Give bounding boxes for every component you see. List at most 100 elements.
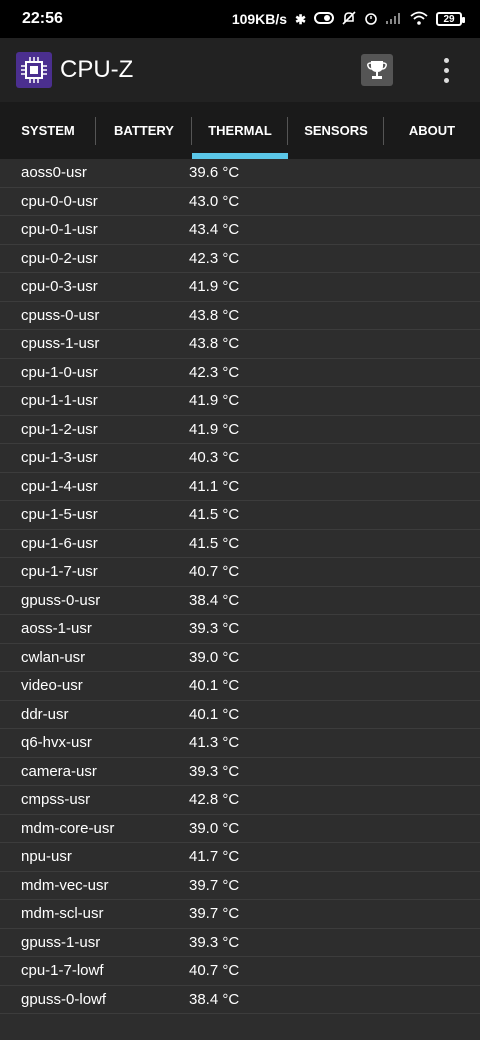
list-item: mdm-scl-usr 39.7 °C <box>0 900 480 929</box>
alarm-icon <box>364 11 378 27</box>
sensor-value: 41.3 °C <box>189 734 240 752</box>
tab-label: SYSTEM <box>21 123 75 138</box>
sensor-value: 43.8 °C <box>189 306 240 324</box>
sensor-value: 40.7 °C <box>189 563 240 581</box>
toggle-icon <box>314 12 334 26</box>
sensor-name: cpu-1-2-usr <box>21 420 98 438</box>
list-item: mdm-vec-usr 39.7 °C <box>0 872 480 900</box>
sensor-value: 39.3 °C <box>189 620 240 638</box>
tab-battery[interactable]: BATTERY <box>96 102 192 159</box>
sensor-name: cwlan-usr <box>21 648 86 666</box>
list-item: cpuss-1-usr 43.8 °C <box>0 330 480 359</box>
tab-label: BATTERY <box>114 123 174 138</box>
sensor-value: 41.9 °C <box>189 392 240 410</box>
sensor-value: 41.5 °C <box>189 534 240 552</box>
sensor-name: aoss0-usr <box>21 164 87 182</box>
list-item: camera-usr 39.3 °C <box>0 758 480 786</box>
sensor-value: 41.7 °C <box>189 848 240 866</box>
list-item: aoss0-usr 39.6 °C <box>0 159 480 188</box>
sensor-name: mdm-scl-usr <box>21 905 104 923</box>
list-item: cpu-1-7-usr 40.7 °C <box>0 558 480 587</box>
overflow-menu-icon[interactable] <box>436 54 456 86</box>
list-item: gpuss-0-usr 38.4 °C <box>0 587 480 615</box>
list-item: cpu-0-0-usr 43.0 °C <box>0 188 480 216</box>
sensor-value: 41.9 °C <box>189 420 240 438</box>
sensor-value: 39.3 °C <box>189 933 240 951</box>
sensor-value: 38.4 °C <box>189 591 240 609</box>
sensor-name: cpuss-0-usr <box>21 306 100 324</box>
list-item: cpu-0-3-usr 41.9 °C <box>0 273 480 302</box>
sensor-value: 41.1 °C <box>189 477 240 495</box>
sensor-value: 40.3 °C <box>189 449 240 467</box>
list-item: cpu-1-3-usr 40.3 °C <box>0 444 480 473</box>
list-item: cpu-1-5-usr 41.5 °C <box>0 501 480 530</box>
tab-bar: SYSTEM BATTERY THERMAL SENSORS ABOUT <box>0 102 480 159</box>
status-bar: 22:56 109KB/s ✱ 29 <box>0 0 480 38</box>
sensor-value: 39.7 °C <box>189 905 240 923</box>
sensor-value: 43.0 °C <box>189 192 240 210</box>
sensor-name: q6-hvx-usr <box>21 734 92 752</box>
wifi-icon <box>410 11 428 27</box>
sensor-value: 39.0 °C <box>189 819 240 837</box>
tab-thermal[interactable]: THERMAL <box>192 102 288 159</box>
sensor-name: cpu-1-0-usr <box>21 363 98 381</box>
list-item: cpu-1-1-usr 41.9 °C <box>0 387 480 416</box>
sensor-name: cpu-1-5-usr <box>21 506 98 524</box>
tab-label: THERMAL <box>208 123 272 138</box>
list-item: cmpss-usr 42.8 °C <box>0 786 480 815</box>
sensor-value: 39.7 °C <box>189 876 240 894</box>
sensor-name: gpuss-1-usr <box>21 933 101 951</box>
tab-about[interactable]: ABOUT <box>384 102 480 159</box>
app-bar: CPU-Z <box>0 38 480 102</box>
sensor-value: 43.8 °C <box>189 335 240 353</box>
sensor-name: cpu-0-0-usr <box>21 192 98 210</box>
sensor-value: 41.9 °C <box>189 278 240 296</box>
thermal-list: aoss0-usr 39.6 °C cpu-0-0-usr 43.0 °C cpu-… <box>0 159 480 1014</box>
sensor-value: 40.1 °C <box>189 677 240 695</box>
sensor-name: cpu-0-3-usr <box>21 278 98 296</box>
cpu-chip-icon <box>16 52 52 88</box>
status-time: 22:56 <box>22 10 63 27</box>
trophy-icon[interactable] <box>361 54 393 86</box>
list-item: cpuss-0-usr 43.8 °C <box>0 302 480 330</box>
sensor-name: gpuss-0-usr <box>21 591 101 609</box>
tab-system[interactable]: SYSTEM <box>0 102 96 159</box>
sensor-name: cmpss-usr <box>21 791 91 809</box>
sensor-name: cpuss-1-usr <box>21 335 100 353</box>
sensor-value: 39.3 °C <box>189 762 240 780</box>
status-icons: 109KB/s ✱ 29 <box>232 11 465 27</box>
list-item: video-usr 40.1 °C <box>0 672 480 701</box>
sensor-name: camera-usr <box>21 762 97 780</box>
list-item: cpu-1-2-usr 41.9 °C <box>0 416 480 444</box>
sensor-value: 39.6 °C <box>189 164 240 182</box>
sensor-name: cpu-0-2-usr <box>21 249 98 267</box>
tab-label: ABOUT <box>408 123 456 138</box>
sensor-name: cpu-1-1-usr <box>21 392 98 410</box>
list-item: npu-usr 41.7 °C <box>0 843 480 872</box>
list-item: cpu-1-7-lowf 40.7 °C <box>0 957 480 986</box>
sensor-value: 42.8 °C <box>189 791 240 809</box>
list-item: aoss-1-usr 39.3 °C <box>0 615 480 644</box>
list-item: ddr-usr 40.1 °C <box>0 701 480 729</box>
tab-label: SENSORS <box>304 123 368 138</box>
list-item: cpu-1-4-usr 41.1 °C <box>0 473 480 501</box>
sensor-value: 40.7 °C <box>189 962 240 980</box>
battery-icon: 29 <box>436 12 465 26</box>
sensor-name: cpu-1-4-usr <box>21 477 98 495</box>
sensor-value: 40.1 °C <box>189 705 240 723</box>
sensor-value: 43.4 °C <box>189 221 240 239</box>
app-title: CPU-Z <box>60 56 134 83</box>
sensor-value: 38.4 °C <box>189 990 240 1008</box>
tab-sensors[interactable]: SENSORS <box>288 102 384 159</box>
battery-level: 29 <box>443 13 455 25</box>
list-item: mdm-core-usr 39.0 °C <box>0 815 480 843</box>
sensor-name: cpu-1-7-usr <box>21 563 98 581</box>
sensor-name: mdm-vec-usr <box>21 876 109 894</box>
sensor-name: npu-usr <box>21 848 72 866</box>
sensor-name: gpuss-0-lowf <box>21 990 107 1008</box>
sensor-name: ddr-usr <box>21 705 69 723</box>
list-item: cpu-1-0-usr 42.3 °C <box>0 359 480 387</box>
sensor-value: 39.0 °C <box>189 648 240 666</box>
list-item: cpu-0-1-usr 43.4 °C <box>0 216 480 245</box>
signal-icon <box>386 12 402 26</box>
